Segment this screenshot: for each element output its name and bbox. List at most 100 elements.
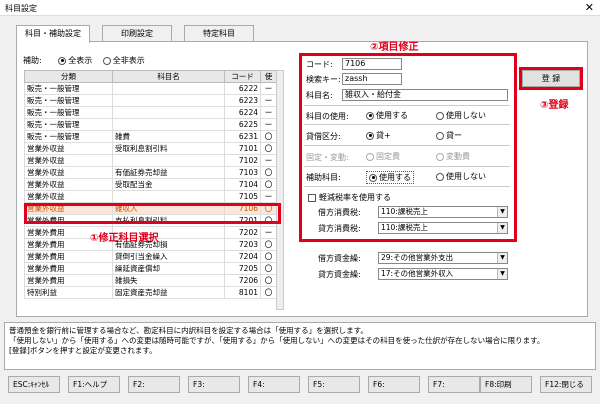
hojo-show-all-label: 全表示 [68,56,93,65]
chevron-down-icon[interactable]: ▼ [497,269,507,279]
credit-tax-select[interactable]: 110:課税売上 ▼ [378,222,508,234]
close-icon[interactable]: ✕ [585,1,594,14]
chevron-down-icon[interactable]: ▼ [497,253,507,263]
fkey-esc-cancel[interactable]: ESC:ｷｬﾝｾﾙ [8,376,60,393]
cell-use: 〇 [260,262,277,275]
table-row[interactable]: 営業外費用 雑損失 7206 〇 [24,274,277,287]
fkey-f12-close[interactable]: F12:閉じる [540,376,592,393]
table-row[interactable]: 営業外費用 貸倒引当金繰入 7204 〇 [24,250,277,263]
sub-account-no-radio[interactable]: 使用しない [436,171,486,182]
fkey-f3[interactable]: F3: [188,376,240,393]
cell-code: 7203 [224,238,261,251]
divider [304,186,510,187]
debit-tax-label: 借方消費税: [318,208,361,217]
table-row[interactable]: 販売・一般管理 6224 ー [24,106,277,119]
table-row[interactable]: 販売・一般管理 6223 ー [24,94,277,107]
debit-fund-select[interactable]: 29:その他営業外支出 ▼ [378,252,508,264]
annotation-edit-fields: ②項目修正 [370,42,419,53]
variable-cost-label: 変動費 [446,152,470,161]
cell-cat: 営業外費用 [24,250,113,263]
sub-account-yes-radio[interactable]: 使用する [366,171,414,184]
table-row[interactable]: 営業外収益 有価証券売却益 7103 〇 [24,166,277,179]
account-edit-form: コード: 7106 検索キー: zassh 科目名: 雑収入・給付金 科目の使用… [302,56,514,241]
sub-account-yes-label: 使用する [379,173,411,182]
credit-fund-select[interactable]: 17:その他営業外収入 ▼ [378,268,508,280]
cell-use: 〇 [260,166,277,179]
table-row[interactable]: 営業外収益 7102 ー [24,154,277,167]
cell-cat: 営業外費用 [24,262,113,275]
table-row[interactable]: 特別利益 固定資産売却益 8101 〇 [24,286,277,299]
fkey-f5[interactable]: F5: [308,376,360,393]
fkey-f1-help[interactable]: F1:ヘルプ [68,376,120,393]
cell-cat: 営業外収益 [24,142,113,155]
cell-use: 〇 [260,286,277,299]
use-yes-label: 使用する [376,111,408,120]
register-button[interactable]: 登 録 [522,70,580,87]
table-row[interactable]: 販売・一般管理 6225 ー [24,118,277,131]
cell-code: 7102 [224,154,261,167]
fkey-f2[interactable]: F2: [128,376,180,393]
reduced-tax-checkbox[interactable]: 軽減税率を使用する [308,192,391,203]
code-input[interactable]: 7106 [342,58,402,70]
sub-account-label: 補助科目: [306,173,341,182]
cell-use: 〇 [260,142,277,155]
divider [304,105,510,106]
fixed-cost-label: 固定費 [376,152,400,161]
credit-plus-radio[interactable]: 貸+ [366,130,391,141]
radio-selected-icon [366,131,374,140]
cell-name: 受取利息割引料 [112,142,225,155]
tab-special-accounts[interactable]: 特定科目 [184,25,254,42]
cell-name [112,106,225,119]
cell-code: 7103 [224,166,261,179]
hojo-show-all[interactable]: 全表示 [58,56,92,65]
cell-code: 6224 [224,106,261,119]
debit-tax-select[interactable]: 110:課税売上 ▼ [378,206,508,218]
table-row[interactable]: 営業外費用 繰延資産償却 7205 〇 [24,262,277,275]
credit-minus-radio[interactable]: 貸ー [436,130,462,141]
account-name-label: 科目名: [306,91,333,100]
search-key-input[interactable]: zassh [342,73,402,85]
table-row[interactable]: 販売・一般管理 雑費 6231 〇 [24,130,277,143]
chevron-down-icon[interactable]: ▼ [497,223,507,233]
chevron-down-icon[interactable]: ▼ [497,207,507,217]
annotation-register: ③登録 [540,100,569,111]
table-row[interactable]: 営業外収益 7105 ー [24,190,277,203]
table-row[interactable]: 営業外収益 受取配当金 7104 〇 [24,178,277,191]
fkey-f4[interactable]: F4: [248,376,300,393]
credit-fund-value: 17:その他営業外収入 [381,269,454,278]
cell-code: 6231 [224,130,261,143]
cell-cat: 営業外収益 [24,166,113,179]
credit-fund-label: 貸方資金繰: [318,270,361,279]
table-row[interactable]: 営業外収益 受取利息割引料 7101 〇 [24,142,277,155]
fkey-f6[interactable]: F6: [368,376,420,393]
account-name-input[interactable]: 雑収入・給付金 [342,89,508,101]
radio-selected-icon [369,173,377,182]
table-row[interactable]: 販売・一般管理 6222 ー [24,82,277,95]
cell-cat: 販売・一般管理 [24,106,113,119]
tab-kamoku-hojo[interactable]: 科目・補助設定 [16,25,90,43]
radio-selected-icon [366,111,374,120]
radio-icon [436,152,444,161]
col-header-category[interactable]: 分類 [24,70,113,83]
col-header-use[interactable]: 使 [260,70,277,83]
col-header-name[interactable]: 科目名 [112,70,225,83]
col-header-code[interactable]: コード [224,70,261,83]
use-yes-radio[interactable]: 使用する [366,110,408,121]
cell-use: 〇 [260,250,277,263]
cell-use: 〇 [260,178,277,191]
cell-name [112,94,225,107]
cell-name [112,118,225,131]
hojo-hide-all[interactable]: 全非表示 [102,56,145,65]
variable-cost-radio: 変動費 [436,151,470,162]
fkey-f7[interactable]: F7: [428,376,480,393]
cell-use: ー [260,106,277,119]
radio-icon [436,131,444,140]
use-no-radio[interactable]: 使用しない [436,110,486,121]
cell-cat: 営業外収益 [24,178,113,191]
tab-print-settings[interactable]: 印刷設定 [102,25,172,42]
grid-scrollbar[interactable] [276,70,284,310]
description-box: 普通預金を銀行前に管理する場合など、勘定科目に内訳科目を設定する場合は「使用する… [4,322,596,370]
cell-name: 有価証券売却益 [112,166,225,179]
fkey-f8-print[interactable]: F8:印刷 [480,376,532,393]
cell-name: 繰延資産償却 [112,262,225,275]
